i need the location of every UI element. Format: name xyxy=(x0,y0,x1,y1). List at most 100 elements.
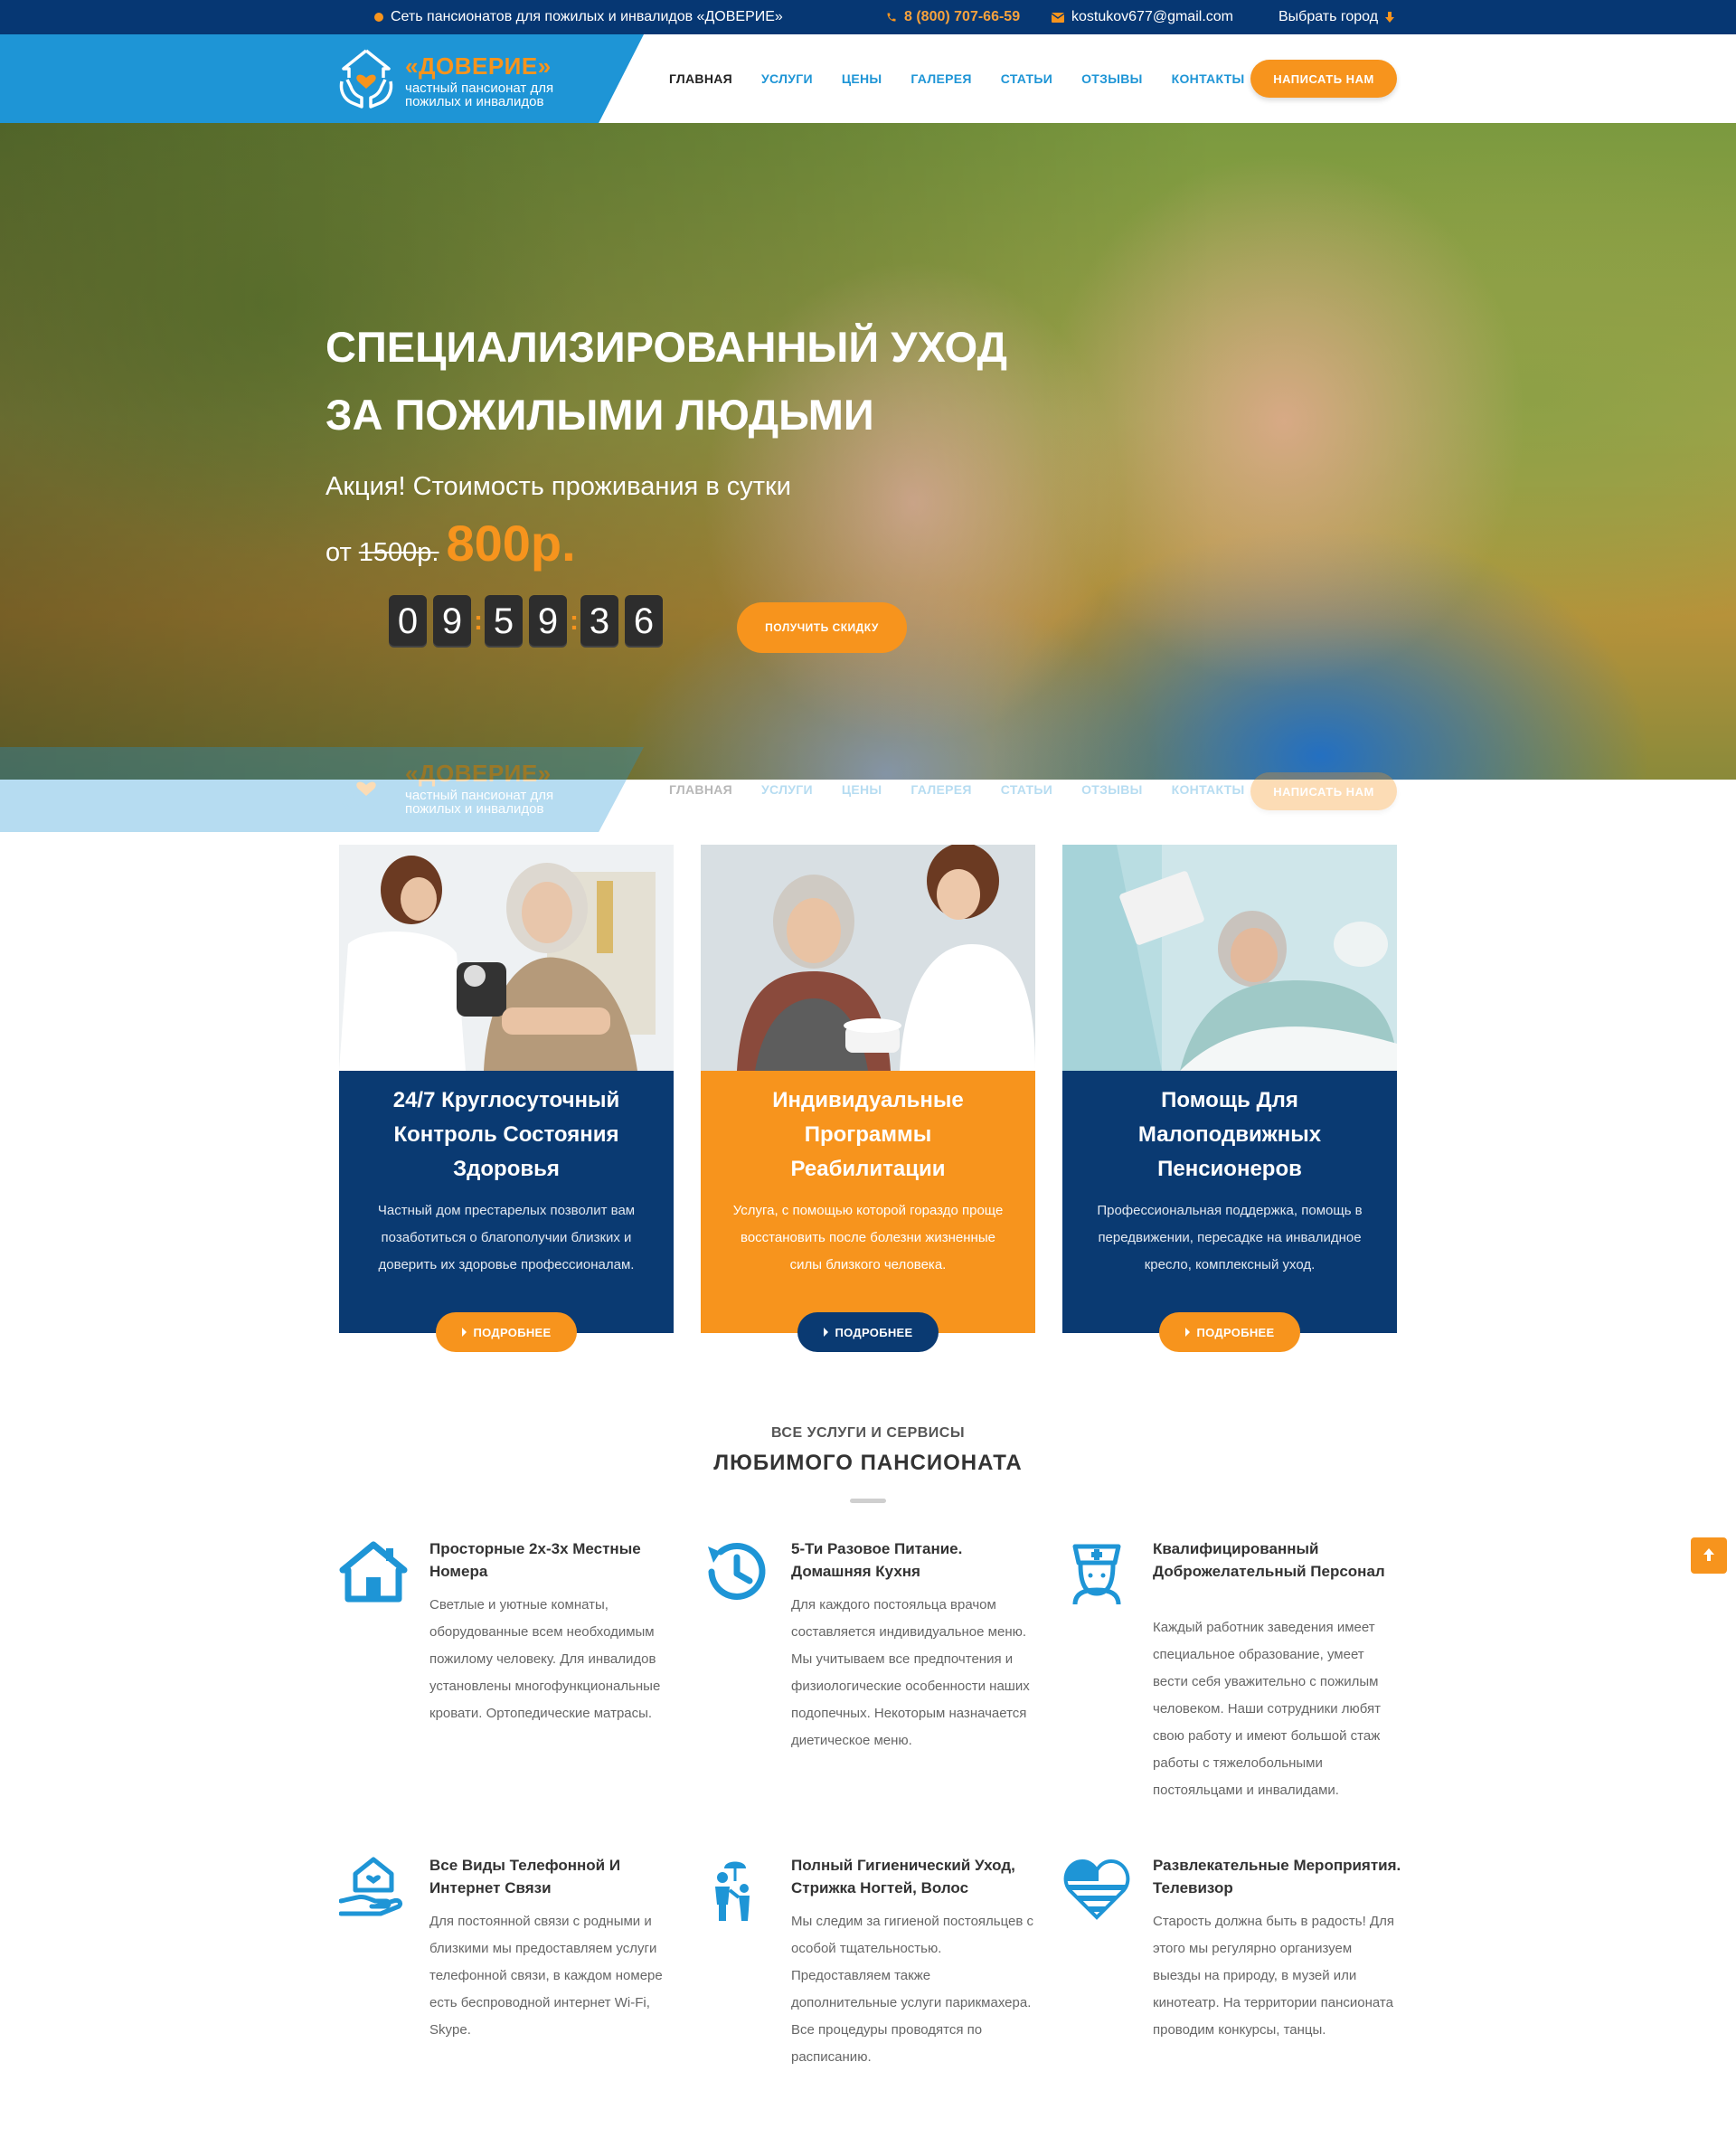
feature-text: Старость должна быть в радость! Для этог… xyxy=(1153,1914,1394,2038)
phone-link[interactable]: 8 (800) 707-66-59 xyxy=(886,0,1020,34)
mail-icon xyxy=(1052,12,1064,23)
phone-icon xyxy=(886,12,897,23)
hero-title-line-2: ЗА ПОЖИЛЫМИ ЛЮДЬМИ xyxy=(326,391,874,439)
nav-prices[interactable]: ЦЕНЫ xyxy=(842,71,882,86)
sticky-nav: ГЛАВНАЯ УСЛУГИ ЦЕНЫ ГАЛЕРЕЯ СТАТЬИ ОТЗЫВ… xyxy=(669,747,1274,832)
nav-reviews[interactable]: ОТЗЫВЫ xyxy=(1081,71,1143,86)
nurse-icon xyxy=(1062,1537,1131,1606)
page: Сеть пансионатов для пожилых и инвалидов… xyxy=(0,0,1736,2147)
countdown-timer: 0 9 : 5 9 : 3 6 xyxy=(389,595,669,648)
feature-text: Светлые и уютные комнаты, оборудованные … xyxy=(429,1597,661,1721)
card-title: Помощь Для Малоподвижных Пенсионеров xyxy=(1137,1088,1322,1181)
more-button[interactable]: ПОДРОБНЕЕ xyxy=(797,1312,939,1352)
family-umbrella-icon xyxy=(701,1854,769,1923)
logo-subtitle-2: пожилых и инвалидов xyxy=(405,93,544,109)
hero-photo-overlay xyxy=(0,123,1736,780)
hands-heart-icon xyxy=(336,47,396,115)
feature-text: Для каждого постояльца врачом составляет… xyxy=(791,1597,1030,1748)
main-nav: ГЛАВНАЯ УСЛУГИ ЦЕНЫ ГАЛЕРЕЯ СТАТЬИ ОТЗЫВ… xyxy=(669,34,1274,123)
top-bar: Сеть пансионатов для пожилых и инвалидов… xyxy=(0,0,1736,34)
timer-separator: : xyxy=(474,606,483,636)
nav-services[interactable]: УСЛУГИ xyxy=(761,71,813,86)
logo-text: «ДОВЕРИЕ» частный пансионат для пожилых … xyxy=(405,54,553,109)
triangle-right-icon xyxy=(461,1328,467,1337)
feature-text: Для постоянной связи с родными и близким… xyxy=(429,1914,663,2038)
card-title: 24/7 Круглосуточный Контроль Состояния З… xyxy=(392,1088,620,1181)
sticky-nav-prices[interactable]: ЦЕНЫ xyxy=(842,782,882,797)
feature-title: Все Виды Телефонной И Интернет Связи xyxy=(429,1857,621,1896)
more-button[interactable]: ПОДРОБНЕЕ xyxy=(436,1312,577,1352)
services-subtitle: ВСЕ УСЛУГИ И СЕРВИСЫ xyxy=(770,1425,966,1441)
timer-digit: 3 xyxy=(580,595,618,648)
hero-promo: Акция! Стоимость проживания в сутки xyxy=(326,472,791,501)
card-photo-rehabilitation xyxy=(701,845,1035,1071)
logo-subtitle-1: частный пансионат для xyxy=(405,80,554,96)
logo-name: «ДОВЕРИЕ» xyxy=(405,52,552,80)
city-select[interactable]: Выбрать город xyxy=(1278,0,1395,34)
bullet-icon xyxy=(374,13,383,22)
sticky-nav-articles[interactable]: СТАТЬИ xyxy=(1001,782,1052,797)
feature-text: Каждый работник заведения имеет специаль… xyxy=(1153,1620,1382,1798)
timer-digit: 9 xyxy=(529,595,567,648)
sticky-write-us-button[interactable]: НАПИСАТЬ НАМ xyxy=(1250,772,1397,810)
nav-contacts[interactable]: КОНТАКТЫ xyxy=(1172,71,1245,86)
house-icon xyxy=(339,1537,408,1606)
network-text: Сеть пансионатов для пожилых и инвалидов… xyxy=(391,9,783,24)
card-body: Помощь Для Малоподвижных Пенсионеров Про… xyxy=(1062,1071,1397,1333)
sticky-logo[interactable]: «ДОВЕРИЕ» частный пансионат для пожилых … xyxy=(336,754,553,822)
hero-title: СПЕЦИАЛИЗИРОВАННЫЙ УХОД ЗА ПОЖИЛЫМИ ЛЮДЬ… xyxy=(326,313,1139,449)
triangle-right-icon xyxy=(823,1328,828,1337)
triangle-right-icon xyxy=(1184,1328,1190,1337)
scroll-to-top-button[interactable] xyxy=(1691,1537,1727,1574)
timer-separator: : xyxy=(570,606,579,636)
sticky-nav-reviews[interactable]: ОТЗЫВЫ xyxy=(1081,782,1143,797)
title-divider xyxy=(850,1499,886,1503)
sticky-nav-contacts[interactable]: КОНТАКТЫ xyxy=(1172,782,1245,797)
arrow-down-icon xyxy=(1385,12,1395,23)
sticky-nav-gallery[interactable]: ГАЛЕРЕЯ xyxy=(910,782,971,797)
timer-digit: 5 xyxy=(485,595,523,648)
card-text: Профессиональная поддержка, помощь в пер… xyxy=(1097,1203,1363,1272)
logo[interactable]: «ДОВЕРИЕ» частный пансионат для пожилых … xyxy=(336,47,553,115)
card-photo-bedridden-care xyxy=(1062,845,1397,1071)
get-discount-button[interactable]: ПОЛУЧИТЬ СКИДКУ xyxy=(737,602,907,653)
nav-home[interactable]: ГЛАВНАЯ xyxy=(669,71,732,86)
feature-title: Просторные 2х-3х Местные Номера xyxy=(429,1540,641,1580)
service-card: 24/7 Круглосуточный Контроль Состояния З… xyxy=(339,845,674,1352)
feature-title: Квалифицированный Доброжелательный Персо… xyxy=(1153,1540,1385,1580)
timer-digit: 9 xyxy=(433,595,471,648)
feature-text: Мы следим за гигиеной постояльцев с особ… xyxy=(791,1914,1034,2065)
timer-digit: 6 xyxy=(625,595,663,648)
arrow-up-icon xyxy=(1703,1547,1714,1564)
city-label: Выбрать город xyxy=(1278,9,1379,24)
sticky-logo-subtitle-2: пожилых и инвалидов xyxy=(405,800,544,817)
main-header: «ДОВЕРИЕ» частный пансионат для пожилых … xyxy=(0,34,1736,123)
sticky-nav-home[interactable]: ГЛАВНАЯ xyxy=(669,782,732,797)
price-from: от xyxy=(326,538,352,567)
email-link[interactable]: kostukov677@gmail.com xyxy=(1052,0,1233,34)
card-body: 24/7 Круглосуточный Контроль Состояния З… xyxy=(339,1071,674,1333)
phone-number: 8 (800) 707-66-59 xyxy=(904,9,1021,24)
nav-articles[interactable]: СТАТЬИ xyxy=(1001,71,1052,86)
hero-price: от 1500р. 800р. xyxy=(326,514,576,572)
sticky-logo-subtitle-1: частный пансионат для xyxy=(405,787,554,803)
new-price: 800р. xyxy=(446,515,576,572)
sticky-logo-name: «ДОВЕРИЕ» xyxy=(405,759,552,787)
card-title: Индивидуальные Программы Реабилитации xyxy=(772,1088,964,1181)
nav-gallery[interactable]: ГАЛЕРЕЯ xyxy=(910,71,971,86)
clock-history-icon xyxy=(701,1537,769,1606)
more-button-label: ПОДРОБНЕЕ xyxy=(1196,1325,1275,1339)
timer-digit: 0 xyxy=(389,595,427,648)
more-button-label: ПОДРОБНЕЕ xyxy=(835,1325,913,1339)
card-photo-blood-pressure xyxy=(339,845,674,1071)
hero-title-line-1: СПЕЦИАЛИЗИРОВАННЫЙ УХОД xyxy=(326,323,1008,371)
more-button[interactable]: ПОДРОБНЕЕ xyxy=(1159,1312,1300,1352)
sticky-nav-services[interactable]: УСЛУГИ xyxy=(761,782,813,797)
card-body: Индивидуальные Программы Реабилитации Ус… xyxy=(701,1071,1035,1333)
hero-banner: СПЕЦИАЛИЗИРОВАННЫЙ УХОД ЗА ПОЖИЛЫМИ ЛЮДЬ… xyxy=(0,123,1736,780)
sticky-header-ghost: «ДОВЕРИЕ» частный пансионат для пожилых … xyxy=(0,747,1736,832)
service-card: Индивидуальные Программы Реабилитации Ус… xyxy=(701,845,1035,1352)
more-button-label: ПОДРОБНЕЕ xyxy=(473,1325,552,1339)
sticky-logo-text: «ДОВЕРИЕ» частный пансионат для пожилых … xyxy=(405,761,553,816)
write-us-button[interactable]: НАПИСАТЬ НАМ xyxy=(1250,60,1397,98)
